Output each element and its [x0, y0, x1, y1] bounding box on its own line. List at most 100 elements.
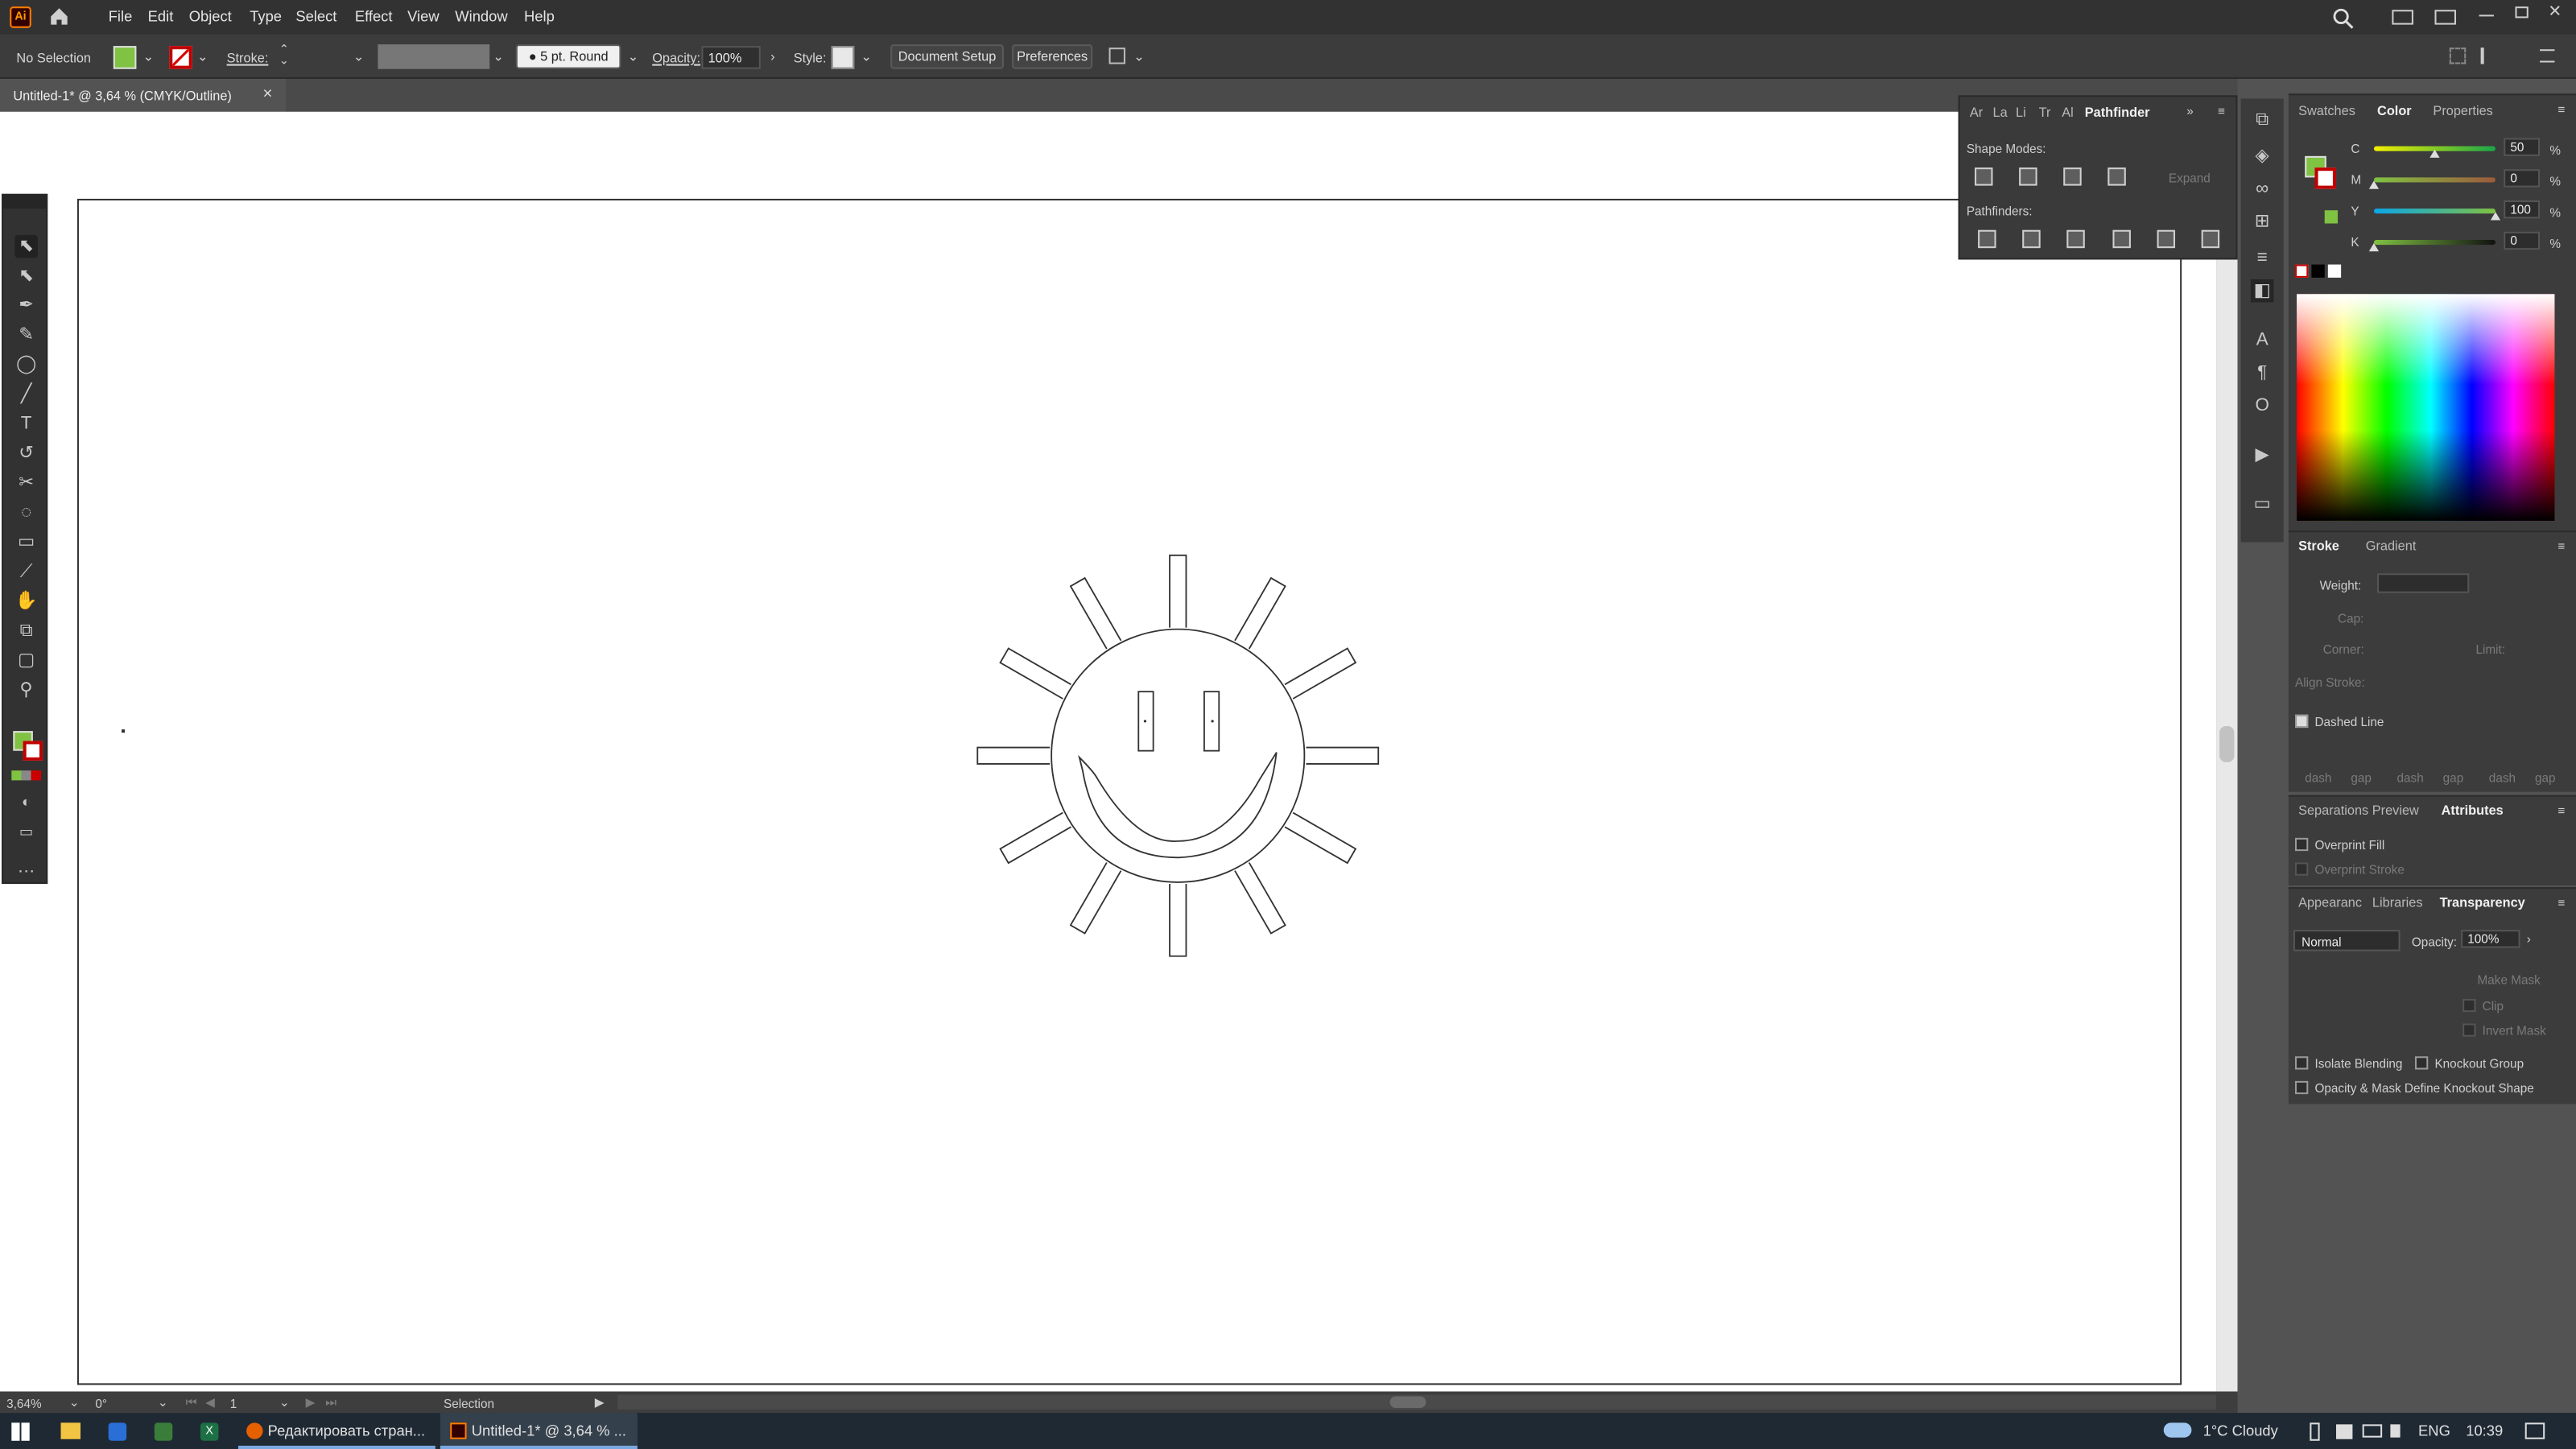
transform-panel-icon[interactable]: ⊞: [2251, 210, 2274, 233]
horizontal-scrollbar[interactable]: [617, 1394, 2217, 1410]
arrange-icon[interactable]: [1108, 47, 1125, 64]
lasso-tool-icon[interactable]: ◌: [14, 501, 38, 524]
yellow-value-input[interactable]: 100: [2504, 200, 2541, 219]
previous-artboard-icon[interactable]: ◀: [205, 1395, 215, 1410]
type-tool-icon[interactable]: T: [14, 412, 38, 436]
action-center-icon[interactable]: [2524, 1422, 2545, 1439]
taskbar-firefox-item[interactable]: Редактировать стран...: [237, 1413, 436, 1449]
invert-mask-checkbox[interactable]: [2462, 1023, 2476, 1037]
color-mode-icon[interactable]: [11, 770, 42, 781]
volume-icon[interactable]: [2390, 1424, 2401, 1438]
variable-width-profile[interactable]: [378, 44, 490, 69]
artboards-panel-icon[interactable]: ⧉: [2251, 109, 2274, 132]
white-color-swatch[interactable]: [2327, 264, 2342, 278]
artboard-tool-icon[interactable]: ▢: [14, 649, 38, 672]
display-icon[interactable]: [2362, 1424, 2383, 1438]
rotate-tool-icon[interactable]: ↺: [14, 442, 38, 465]
transparency-menu-icon[interactable]: ≡: [2558, 895, 2566, 910]
graphic-style-swatch[interactable]: [831, 46, 855, 69]
pathfinder-menu-icon[interactable]: ≡: [2218, 104, 2225, 118]
tab-stroke[interactable]: Stroke: [2298, 539, 2339, 553]
define-knockout-checkbox[interactable]: [2294, 1080, 2309, 1095]
canvas-vertical-scrollbar[interactable]: [2216, 111, 2238, 1392]
menu-object[interactable]: Object: [189, 8, 232, 24]
horizontal-scroll-thumb[interactable]: [1389, 1396, 1426, 1408]
vertical-scroll-thumb[interactable]: [2219, 726, 2235, 762]
zoom-tool-icon[interactable]: ⚲: [14, 679, 38, 702]
clock-time[interactable]: 10:39: [2466, 1419, 2503, 1443]
start-button-icon[interactable]: [11, 1422, 30, 1441]
stray-point[interactable]: [122, 729, 126, 733]
cyan-value-input[interactable]: 50: [2504, 138, 2541, 156]
weight-input[interactable]: [2377, 573, 2470, 593]
fill-dropdown-icon[interactable]: ⌄: [143, 49, 155, 64]
puppet-warp-tool-icon[interactable]: ✋: [14, 590, 38, 613]
shape-builder-tool-icon[interactable]: ⧉: [14, 619, 38, 642]
tab-attributes[interactable]: Attributes: [2442, 803, 2504, 818]
gradient-tool-icon[interactable]: ▭: [14, 530, 38, 554]
tab-artboards[interactable]: Ar: [1970, 105, 1983, 120]
curvature-tool-icon[interactable]: ✎: [14, 324, 38, 347]
paragraph-panel-icon[interactable]: ¶: [2251, 361, 2274, 385]
last-artboard-icon[interactable]: ⏭: [325, 1395, 336, 1411]
minus-back-icon[interactable]: [2201, 229, 2220, 249]
search-icon[interactable]: [2331, 6, 2355, 30]
magenta-value-input[interactable]: 0: [2504, 169, 2541, 188]
menu-window[interactable]: Window: [455, 8, 507, 24]
align-options-icon[interactable]: [2480, 47, 2500, 64]
first-artboard-icon[interactable]: ⏮: [186, 1395, 197, 1411]
arrange-dropdown-icon[interactable]: ⌄: [1133, 49, 1145, 64]
knockout-group-checkbox[interactable]: [2414, 1056, 2429, 1070]
stroke-dropdown-icon[interactable]: ⌄: [197, 49, 208, 64]
arrange-documents-icon[interactable]: [2392, 10, 2413, 25]
zoom-level[interactable]: 3,64%: [6, 1397, 41, 1411]
layers-panel-icon[interactable]: ◈: [2251, 145, 2274, 168]
attributes-menu-icon[interactable]: ≡: [2558, 803, 2566, 818]
ellipse-tool-icon[interactable]: ◯: [14, 353, 38, 377]
opacity-expand-icon[interactable]: ›: [2527, 931, 2531, 946]
direct-selection-tool-icon[interactable]: ⬉: [14, 265, 38, 288]
unite-icon[interactable]: [1975, 167, 1993, 186]
selection-tool-icon[interactable]: ⬉: [14, 234, 38, 258]
dashed-line-checkbox[interactable]: [2294, 714, 2309, 729]
crop-icon[interactable]: [2112, 229, 2131, 249]
status-arrow-icon[interactable]: ▶: [595, 1395, 605, 1410]
tab-pathfinder[interactable]: Pathfinder: [2085, 105, 2150, 120]
stroke-label[interactable]: Stroke:: [227, 51, 269, 65]
trim-icon[interactable]: [2022, 229, 2041, 249]
artboard-number[interactable]: 1: [230, 1397, 237, 1411]
menu-type[interactable]: Type: [250, 8, 282, 24]
battery-icon[interactable]: [2310, 1422, 2320, 1441]
style-dropdown-icon[interactable]: ⌄: [861, 49, 872, 64]
stroke-stepper-icon[interactable]: ⌃ ⌄: [279, 44, 289, 68]
black-color-swatch[interactable]: [2311, 264, 2325, 278]
menu-edit[interactable]: Edit: [148, 8, 174, 24]
menu-select[interactable]: Select: [295, 8, 336, 24]
collapse-panel-icon[interactable]: »: [2186, 104, 2194, 118]
align-panel-icon[interactable]: ≡: [2251, 246, 2274, 270]
eyedropper-tool-icon[interactable]: ⟋: [14, 560, 38, 584]
intersect-icon[interactable]: [2063, 167, 2082, 186]
tab-properties[interactable]: Properties: [2433, 104, 2492, 118]
taskbar-illustrator-item[interactable]: Untitled-1* @ 3,64 % ...: [440, 1413, 638, 1449]
opacity-label[interactable]: Opacity:: [652, 51, 700, 65]
clip-checkbox[interactable]: [2462, 998, 2476, 1013]
yellow-slider[interactable]: [2373, 208, 2501, 221]
stroke-weight-dropdown-icon[interactable]: ⌄: [353, 49, 365, 64]
tab-layers[interactable]: La: [1992, 105, 2007, 120]
color-spectrum[interactable]: [2297, 294, 2555, 521]
actions-panel-icon[interactable]: ▶: [2251, 444, 2274, 467]
comments-panel-icon[interactable]: ▭: [2251, 493, 2274, 516]
weather-cloud-icon[interactable]: [2163, 1422, 2192, 1438]
overprint-stroke-checkbox[interactable]: [2294, 862, 2309, 876]
channel-slider-thumb[interactable]: [2490, 212, 2501, 221]
home-icon[interactable]: [47, 5, 71, 28]
taskbar-app-icon-1[interactable]: [108, 1422, 127, 1441]
outline-icon[interactable]: [2157, 229, 2176, 249]
opentype-panel-icon[interactable]: O: [2251, 394, 2274, 418]
brush-definition[interactable]: ● 5 pt. Round: [515, 44, 621, 69]
color-stroke-swatch[interactable]: [2314, 167, 2337, 189]
expand-button[interactable]: Expand: [2169, 171, 2211, 185]
rotation-dropdown-icon[interactable]: ⌄: [158, 1395, 168, 1410]
cyan-slider[interactable]: [2373, 146, 2496, 158]
